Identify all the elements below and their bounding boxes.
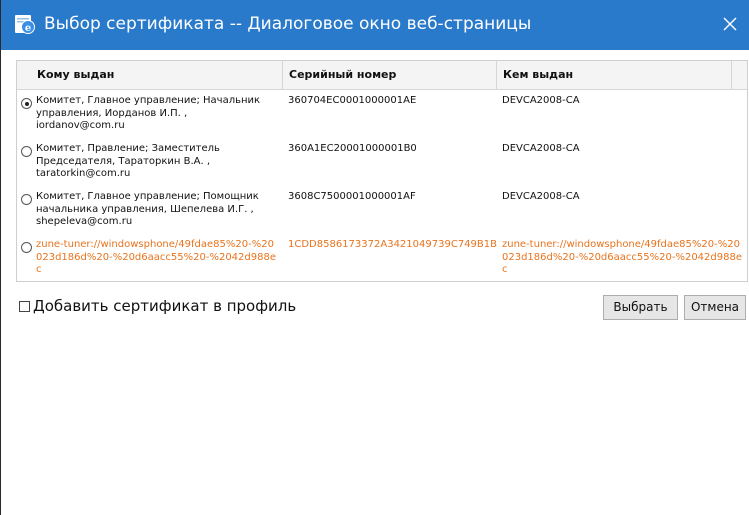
certificate-radio[interactable] bbox=[21, 194, 32, 205]
cancel-button[interactable]: Отмена bbox=[684, 295, 746, 320]
certificate-radio[interactable] bbox=[21, 146, 32, 157]
issued-to-cell: Комитет, Правление; Заместитель Председа… bbox=[36, 143, 220, 179]
header-spacer bbox=[732, 61, 747, 89]
column-header-serial-number[interactable]: Серийный номер bbox=[283, 61, 497, 89]
certificate-radio[interactable] bbox=[21, 98, 32, 109]
issued-by-cell: DEVCA2008-CA bbox=[502, 191, 580, 202]
serial-number-cell: 1CDD8586173372A3421049739C749B1B bbox=[288, 239, 497, 250]
issued-by-cell: DEVCA2008-CA bbox=[502, 95, 580, 106]
issued-by-cell: zune-tuner://windowsphone/49fdae85%20-%2… bbox=[502, 239, 742, 275]
certificate-radio[interactable] bbox=[21, 242, 32, 253]
certificate-dialog: e Выбор сертификата -- Диалоговое окно в… bbox=[0, 0, 749, 515]
checkbox-box[interactable] bbox=[19, 301, 30, 312]
serial-number-cell: 3608C7500001000001AF bbox=[288, 191, 416, 202]
table-header: Кому выдан Серийный номер Кем выдан bbox=[17, 61, 747, 90]
issued-to-cell: zune-tuner://windowsphone/49fdae85%20-%2… bbox=[36, 239, 276, 275]
certificate-list: Кому выдан Серийный номер Кем выдан Коми… bbox=[16, 60, 748, 282]
add-to-profile-label: Добавить сертификат в профиль bbox=[33, 297, 297, 315]
issued-to-cell: Комитет, Главное управление; Начальник у… bbox=[36, 95, 261, 131]
internet-explorer-icon: e bbox=[15, 15, 35, 34]
issued-by-cell: DEVCA2008-CA bbox=[502, 143, 580, 154]
window-title: Выбор сертификата -- Диалоговое окно веб… bbox=[44, 14, 532, 34]
column-header-issued-by[interactable]: Кем выдан bbox=[497, 61, 732, 89]
close-icon[interactable] bbox=[718, 12, 742, 36]
svg-text:e: e bbox=[25, 23, 31, 34]
column-header-issued-to[interactable]: Кому выдан bbox=[31, 61, 283, 89]
serial-number-cell: 360A1EC20001000001B0 bbox=[288, 143, 417, 154]
serial-number-cell: 360704EC0001000001AE bbox=[288, 95, 417, 106]
title-bar: e Выбор сертификата -- Диалоговое окно в… bbox=[1, 0, 749, 50]
issued-to-cell: Комитет, Главное управление; Помощник на… bbox=[36, 191, 259, 227]
select-button[interactable]: Выбрать bbox=[603, 295, 678, 320]
add-to-profile-checkbox[interactable]: Добавить сертификат в профиль bbox=[19, 296, 296, 316]
